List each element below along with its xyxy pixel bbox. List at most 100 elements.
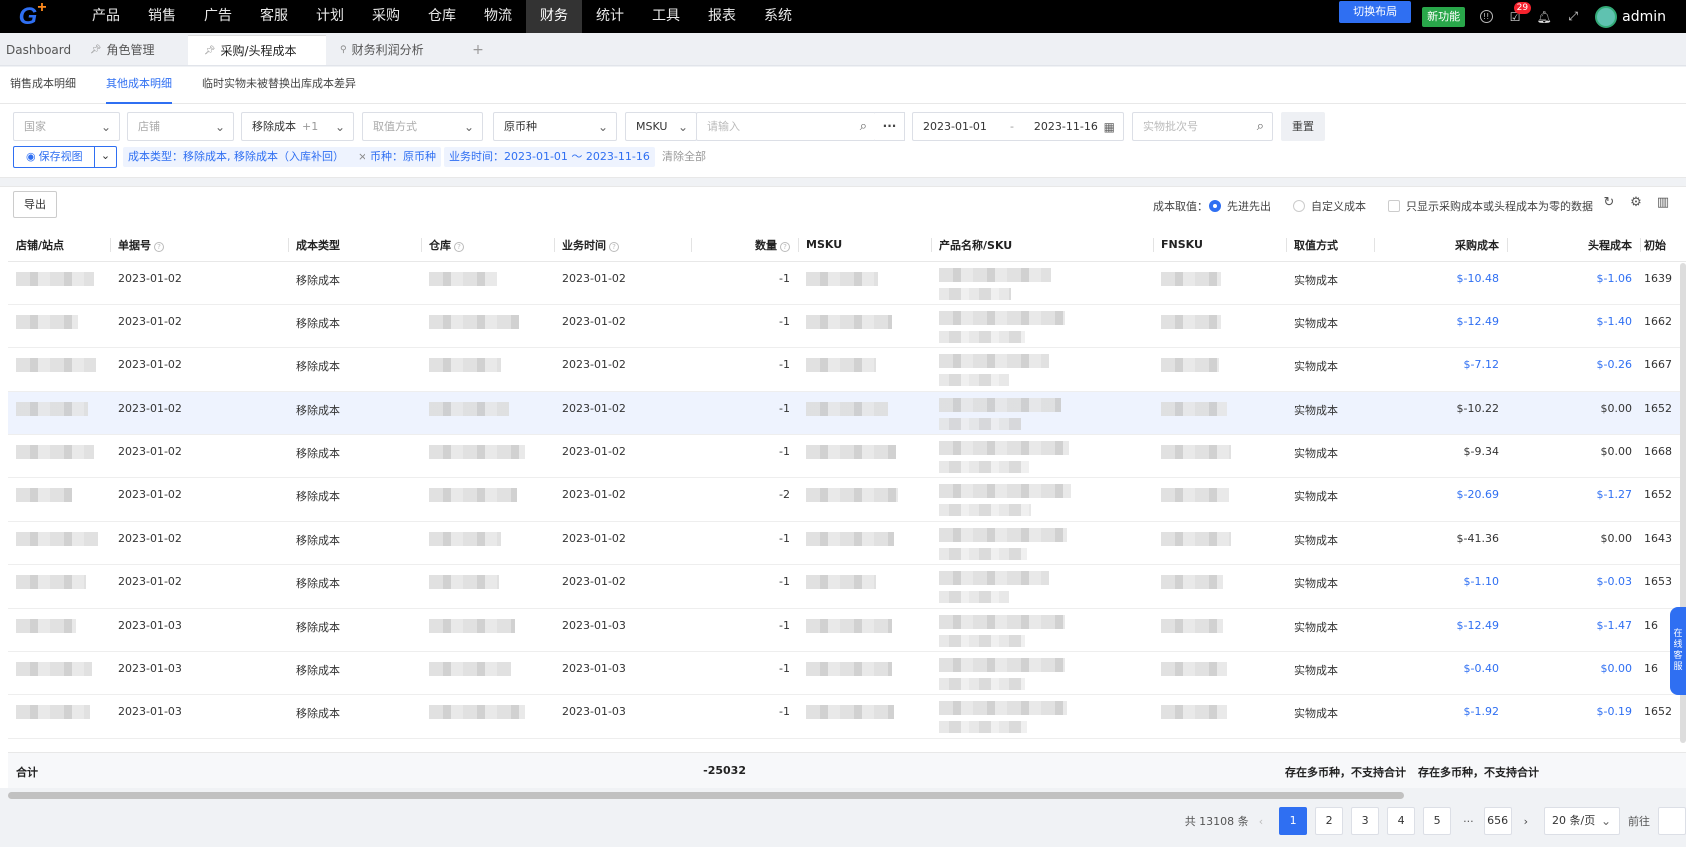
col-initial[interactable]: 初始 <box>1640 229 1686 262</box>
table-row[interactable]: 2023-01-02 移除成本 2023-01-02 -1 实物成本 $-10.48 $-1… <box>8 261 1686 305</box>
page-1[interactable]: 1 <box>1279 807 1308 835</box>
page-last[interactable]: 656 <box>1483 807 1512 835</box>
page-size-select[interactable]: 20 条/页 ⌄ <box>1544 807 1620 835</box>
col-cost-type[interactable]: 成本类型 <box>288 229 421 262</box>
menu-item[interactable]: 计划 <box>302 0 358 33</box>
menu-item[interactable]: 销售 <box>134 0 190 33</box>
task-icon[interactable]: ☑ 29 <box>1507 1 1532 25</box>
cell-msku[interactable] <box>798 651 931 696</box>
col-doc-no[interactable]: 单据号? <box>110 229 288 262</box>
msku-search-input[interactable]: 请输入 ⌕ <box>696 112 876 141</box>
filter-chip-cost-type[interactable]: 成本类型：移除成本, 移除成本（入库补回） × <box>123 147 373 167</box>
help-icon[interactable]: ? <box>454 241 464 252</box>
fullscreen-icon[interactable]: ⤢ <box>1565 9 1581 25</box>
col-quantity[interactable]: 数量? <box>691 229 798 262</box>
help-icon[interactable]: ? <box>609 241 619 252</box>
col-valuation[interactable]: 取值方式 <box>1286 229 1374 262</box>
cell-product-sku[interactable] <box>931 391 1153 436</box>
table-row[interactable]: 2023-01-02 移除成本 2023-01-02 -1 实物成本 $-41.36 $0.… <box>8 521 1686 566</box>
cell-first-leg-cost[interactable]: $-1.06 <box>1507 261 1640 305</box>
cell-msku[interactable] <box>798 347 931 392</box>
export-button[interactable]: 导出 <box>13 191 57 218</box>
menu-item[interactable]: 报表 <box>694 0 750 33</box>
cell-purchase-cost[interactable]: $-20.69 <box>1374 477 1507 522</box>
page-ellipsis[interactable]: ··· <box>1463 815 1474 828</box>
username[interactable]: admin <box>1622 9 1666 25</box>
cell-purchase-cost[interactable]: $-12.49 <box>1374 608 1507 653</box>
cell-product-sku[interactable] <box>931 477 1153 522</box>
col-store[interactable]: 店铺/站点 <box>8 229 110 262</box>
subtab-sales-cost[interactable]: 销售成本明细 <box>10 67 76 104</box>
cell-msku[interactable] <box>798 304 931 349</box>
cell-doc-no[interactable]: 2023-01-02 <box>110 564 288 609</box>
cell-msku[interactable] <box>798 608 931 653</box>
menu-item[interactable]: 采购 <box>358 0 414 33</box>
cell-first-leg-cost[interactable]: $-1.47 <box>1507 608 1640 653</box>
menu-item[interactable]: 仓库 <box>414 0 470 33</box>
table-row[interactable]: 2023-01-02 移除成本 2023-01-02 -1 实物成本 $-7.12 $-0.… <box>8 347 1686 392</box>
col-product-sku[interactable]: 产品名称/SKU <box>931 229 1153 262</box>
more-options-button[interactable]: ··· <box>875 112 905 141</box>
cell-purchase-cost[interactable]: $-1.10 <box>1374 564 1507 609</box>
table-row[interactable]: 2023-01-03 移除成本 2023-01-03 -1 实物成本 $-1.92 $-0.… <box>8 694 1686 739</box>
cell-msku[interactable] <box>798 477 931 522</box>
col-first-leg-cost[interactable]: 头程成本 <box>1507 229 1640 262</box>
cell-product-sku[interactable] <box>931 651 1153 696</box>
col-biz-time[interactable]: 业务时间? <box>554 229 691 262</box>
save-view-button[interactable]: ◉ 保存视图 ⌄ <box>13 146 117 168</box>
add-tab-button[interactable]: + <box>460 35 496 65</box>
cell-doc-no[interactable]: 2023-01-02 <box>110 521 288 566</box>
cell-first-leg-cost[interactable]: $-1.40 <box>1507 304 1640 349</box>
gear-icon[interactable]: ⚙ <box>1628 195 1644 211</box>
avatar[interactable] <box>1595 5 1618 28</box>
menu-item[interactable]: 物流 <box>470 0 526 33</box>
valuation-select[interactable]: 取值方式 ⌄ <box>362 112 483 141</box>
horizontal-scrollbar[interactable] <box>6 790 1686 800</box>
page-2[interactable]: 2 <box>1315 807 1344 835</box>
date-range-picker[interactable]: 2023-01-01 - 2023-11-16 ▦ <box>912 112 1124 141</box>
table-row[interactable]: 2023-01-02 移除成本 2023-01-02 -1 实物成本 $-1.10 $-0.… <box>8 564 1686 609</box>
cell-first-leg-cost[interactable]: $-0.03 <box>1507 564 1640 609</box>
cell-msku[interactable] <box>798 694 931 739</box>
switch-layout-button[interactable]: 切换布局 <box>1339 0 1412 23</box>
cell-msku[interactable] <box>798 391 931 436</box>
bell-icon[interactable]: 🔔︎ <box>1536 9 1552 25</box>
cell-purchase-cost[interactable]: $-10.48 <box>1374 261 1507 305</box>
cell-product-sku[interactable] <box>931 521 1153 566</box>
tab-profit-analysis[interactable]: ⚲ 财务利润分析 <box>332 35 460 65</box>
clear-all-link[interactable]: 清除全部 <box>662 147 706 167</box>
cost-type-select[interactable]: 移除成本 +1 ⌄ <box>241 112 354 141</box>
cell-doc-no[interactable]: 2023-01-02 <box>110 304 288 349</box>
cell-doc-no[interactable]: 2023-01-02 <box>110 347 288 392</box>
subtab-other-cost[interactable]: 其他成本明细 <box>106 67 172 104</box>
col-fnsku[interactable]: FNSKU <box>1153 229 1286 262</box>
cell-first-leg-cost[interactable]: $-0.26 <box>1507 347 1640 392</box>
cell-product-sku[interactable] <box>931 608 1153 653</box>
cell-msku[interactable] <box>798 521 931 566</box>
menu-item[interactable]: 系统 <box>750 0 806 33</box>
msku-field-select[interactable]: MSKU ⌄ <box>625 112 697 141</box>
help-icon[interactable]: ? <box>780 241 790 252</box>
prev-page-icon[interactable]: ‹ <box>1259 815 1263 828</box>
goto-page-input[interactable] <box>1658 807 1686 835</box>
menu-item[interactable]: 统计 <box>582 0 638 33</box>
cell-doc-no[interactable]: 2023-01-02 <box>110 261 288 305</box>
search-icon[interactable]: ⌕ <box>860 113 867 140</box>
cell-purchase-cost[interactable]: $-0.40 <box>1374 651 1507 696</box>
batch-search-input[interactable]: 实物批次号 ⌕ <box>1132 112 1273 141</box>
cell-first-leg-cost[interactable]: $-1.27 <box>1507 477 1640 522</box>
cell-first-leg-cost[interactable]: $0.00 <box>1507 651 1640 696</box>
filter-chip-date[interactable]: 业务时间：2023-01-01 ～ 2023-11-16 <box>444 147 655 167</box>
reset-button[interactable]: 重置 <box>1281 112 1325 141</box>
cell-msku[interactable] <box>798 261 931 305</box>
page-5[interactable]: 5 <box>1423 807 1452 835</box>
search-icon[interactable]: ⌕ <box>1257 113 1264 140</box>
table-row[interactable]: 2023-01-03 移除成本 2023-01-03 -1 实物成本 $-12.49 $-1… <box>8 608 1686 653</box>
tab-role-management[interactable]: 📌︎ 角色管理 <box>82 35 178 65</box>
cell-doc-no[interactable]: 2023-01-02 <box>110 391 288 436</box>
cell-msku[interactable] <box>798 434 931 479</box>
cell-doc-no[interactable]: 2023-01-03 <box>110 694 288 739</box>
cell-doc-no[interactable]: 2023-01-03 <box>110 608 288 653</box>
cell-doc-no[interactable]: 2023-01-02 <box>110 434 288 479</box>
help-icon[interactable]: ? <box>154 241 164 252</box>
